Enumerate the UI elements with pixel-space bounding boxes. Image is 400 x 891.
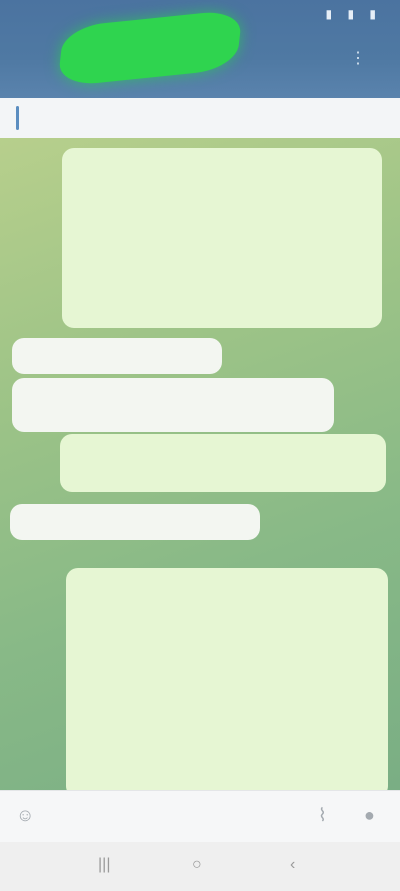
message-bubble-incoming[interactable] bbox=[10, 504, 260, 540]
pinned-message-bar[interactable] bbox=[0, 98, 400, 139]
back-button[interactable]: ‹ bbox=[290, 856, 295, 874]
microphone-icon[interactable]: ● bbox=[364, 805, 375, 826]
attach-icon[interactable]: ⌇ bbox=[318, 805, 327, 826]
message-input[interactable] bbox=[54, 801, 298, 833]
chat-area[interactable] bbox=[0, 138, 400, 790]
message-text bbox=[12, 378, 334, 398]
message-bubble-outgoing[interactable] bbox=[62, 148, 382, 328]
message-bubble-incoming[interactable] bbox=[12, 338, 222, 374]
chat-header: ▮ ▮ ▮ ⋮ bbox=[0, 0, 400, 98]
message-input-bar: ☺ ⌇ ● bbox=[0, 790, 400, 843]
recent-apps-button[interactable]: ||| bbox=[98, 856, 110, 874]
message-bubble-outgoing[interactable] bbox=[66, 568, 388, 790]
message-text bbox=[12, 338, 222, 358]
status-icons: ▮ ▮ ▮ bbox=[325, 7, 382, 21]
system-navigation-bar: ||| ○ ‹ bbox=[0, 842, 400, 891]
message-text bbox=[10, 504, 260, 524]
emoji-icon[interactable]: ☺ bbox=[16, 805, 34, 826]
pinned-indicator bbox=[16, 106, 19, 130]
home-button[interactable]: ○ bbox=[192, 856, 202, 874]
message-text bbox=[62, 148, 382, 168]
message-bubble-outgoing[interactable] bbox=[60, 434, 386, 492]
more-options-icon[interactable]: ⋮ bbox=[350, 48, 382, 68]
message-bubble-incoming[interactable] bbox=[12, 378, 334, 432]
message-text bbox=[60, 434, 386, 454]
